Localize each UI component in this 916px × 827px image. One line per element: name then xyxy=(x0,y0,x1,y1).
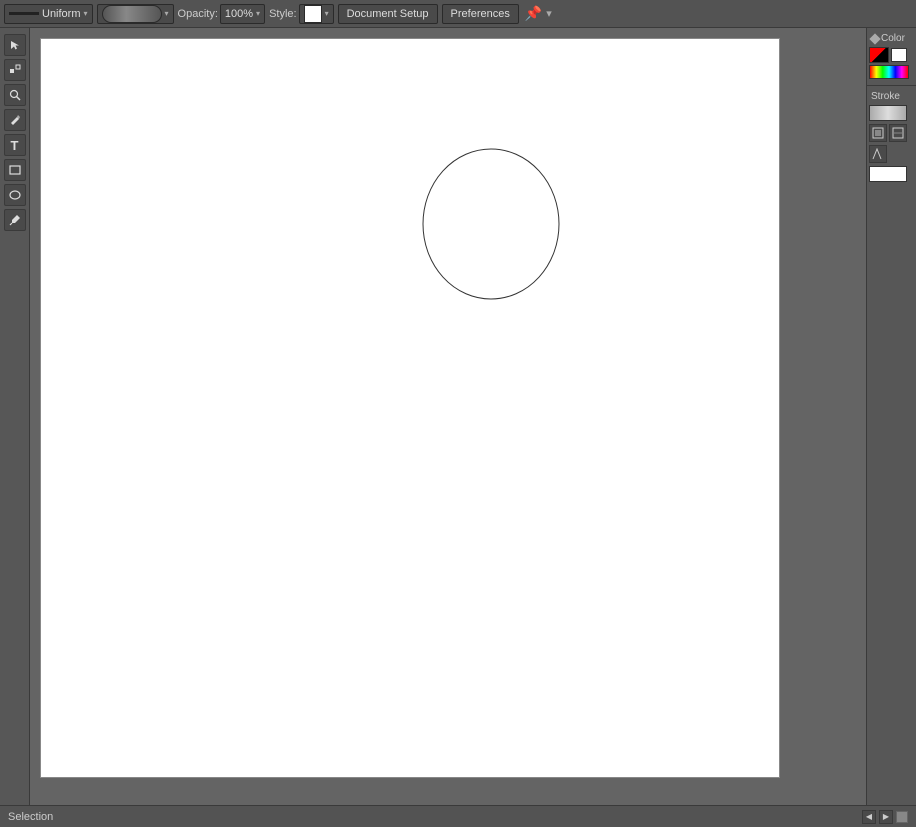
style-chevron: ▾ xyxy=(325,9,329,18)
line-icon xyxy=(9,12,39,15)
opacity-dropdown[interactable]: 100% ▾ xyxy=(220,4,265,24)
stroke-icon-2[interactable] xyxy=(889,124,907,142)
tool-ellipse[interactable] xyxy=(4,184,26,206)
uniform-chevron: ▾ xyxy=(84,9,88,18)
canvas-svg xyxy=(41,39,779,777)
color-section: Color xyxy=(867,28,916,86)
color-gradient-row xyxy=(869,65,914,79)
opacity-group: Opacity: 100% ▾ xyxy=(178,4,266,24)
status-bar: Selection ◀ ▶ xyxy=(0,805,916,827)
pin-chevron[interactable]: ▾ xyxy=(546,7,552,20)
style-swatch xyxy=(304,5,322,23)
color-swatch-white[interactable] xyxy=(891,48,907,62)
tool-text[interactable]: T xyxy=(4,134,26,156)
opacity-chevron: ▾ xyxy=(256,9,260,18)
color-title: Color xyxy=(881,33,905,44)
document-setup-button[interactable]: Document Setup xyxy=(338,4,438,24)
status-square[interactable] xyxy=(896,811,908,823)
stroke-gray-swatch[interactable] xyxy=(869,105,907,121)
style-group: Style: ▾ xyxy=(269,4,334,24)
tool-pencil[interactable] xyxy=(4,109,26,131)
stroke-icon-3[interactable] xyxy=(869,145,887,163)
uniform-group: Uniform ▾ xyxy=(4,4,93,24)
style-label: Style: xyxy=(269,8,297,20)
ellipse-shape[interactable] xyxy=(423,149,559,299)
tool-zoom[interactable] xyxy=(4,84,26,106)
stroke-section: Stroke xyxy=(867,86,916,186)
uniform-dropdown[interactable]: Uniform ▾ xyxy=(4,4,93,24)
stroke-section-title: Stroke xyxy=(869,90,914,105)
brush-preview-group: ▾ xyxy=(97,4,174,24)
brush-chevron: ▾ xyxy=(165,9,169,18)
preferences-button[interactable]: Preferences xyxy=(442,4,519,24)
opacity-label: Opacity: xyxy=(178,8,218,20)
brush-dropdown[interactable]: ▾ xyxy=(97,4,174,24)
color-section-title: Color xyxy=(869,32,914,47)
color-spectrum[interactable] xyxy=(869,65,909,79)
nav-next-button[interactable]: ▶ xyxy=(879,810,893,824)
stroke-white-swatch[interactable] xyxy=(869,166,907,182)
tool-node[interactable] xyxy=(4,59,26,81)
stroke-icon-1[interactable] xyxy=(869,124,887,142)
tool-select[interactable] xyxy=(4,34,26,56)
tool-rect[interactable] xyxy=(4,159,26,181)
opacity-value: 100% xyxy=(225,8,253,20)
status-nav: ◀ ▶ xyxy=(862,810,908,824)
stroke-title: Stroke xyxy=(871,91,900,102)
stroke-icon-row2 xyxy=(869,145,914,163)
nav-prev-button[interactable]: ◀ xyxy=(862,810,876,824)
pin-icon[interactable]: 📌 xyxy=(523,5,544,22)
selection-label: Selection xyxy=(8,811,53,823)
main-layout: T Co xyxy=(0,28,916,805)
style-dropdown[interactable]: ▾ xyxy=(299,4,334,24)
color-swatch-red[interactable] xyxy=(869,47,889,63)
right-panel: Color Stroke xyxy=(866,28,916,805)
uniform-label: Uniform xyxy=(42,8,81,20)
left-toolbar: T xyxy=(0,28,30,805)
color-swatches-row xyxy=(869,47,914,63)
canvas-area[interactable] xyxy=(30,28,866,805)
brush-preview xyxy=(102,5,162,23)
stroke-icon-row xyxy=(869,124,914,142)
canvas[interactable] xyxy=(40,38,780,778)
toolbar: Uniform ▾ ▾ Opacity: 100% ▾ Style: ▾ Doc… xyxy=(0,0,916,28)
tool-eyedropper[interactable] xyxy=(4,209,26,231)
color-diamond-icon xyxy=(869,33,880,44)
pin-group: 📌 ▾ xyxy=(523,5,552,22)
